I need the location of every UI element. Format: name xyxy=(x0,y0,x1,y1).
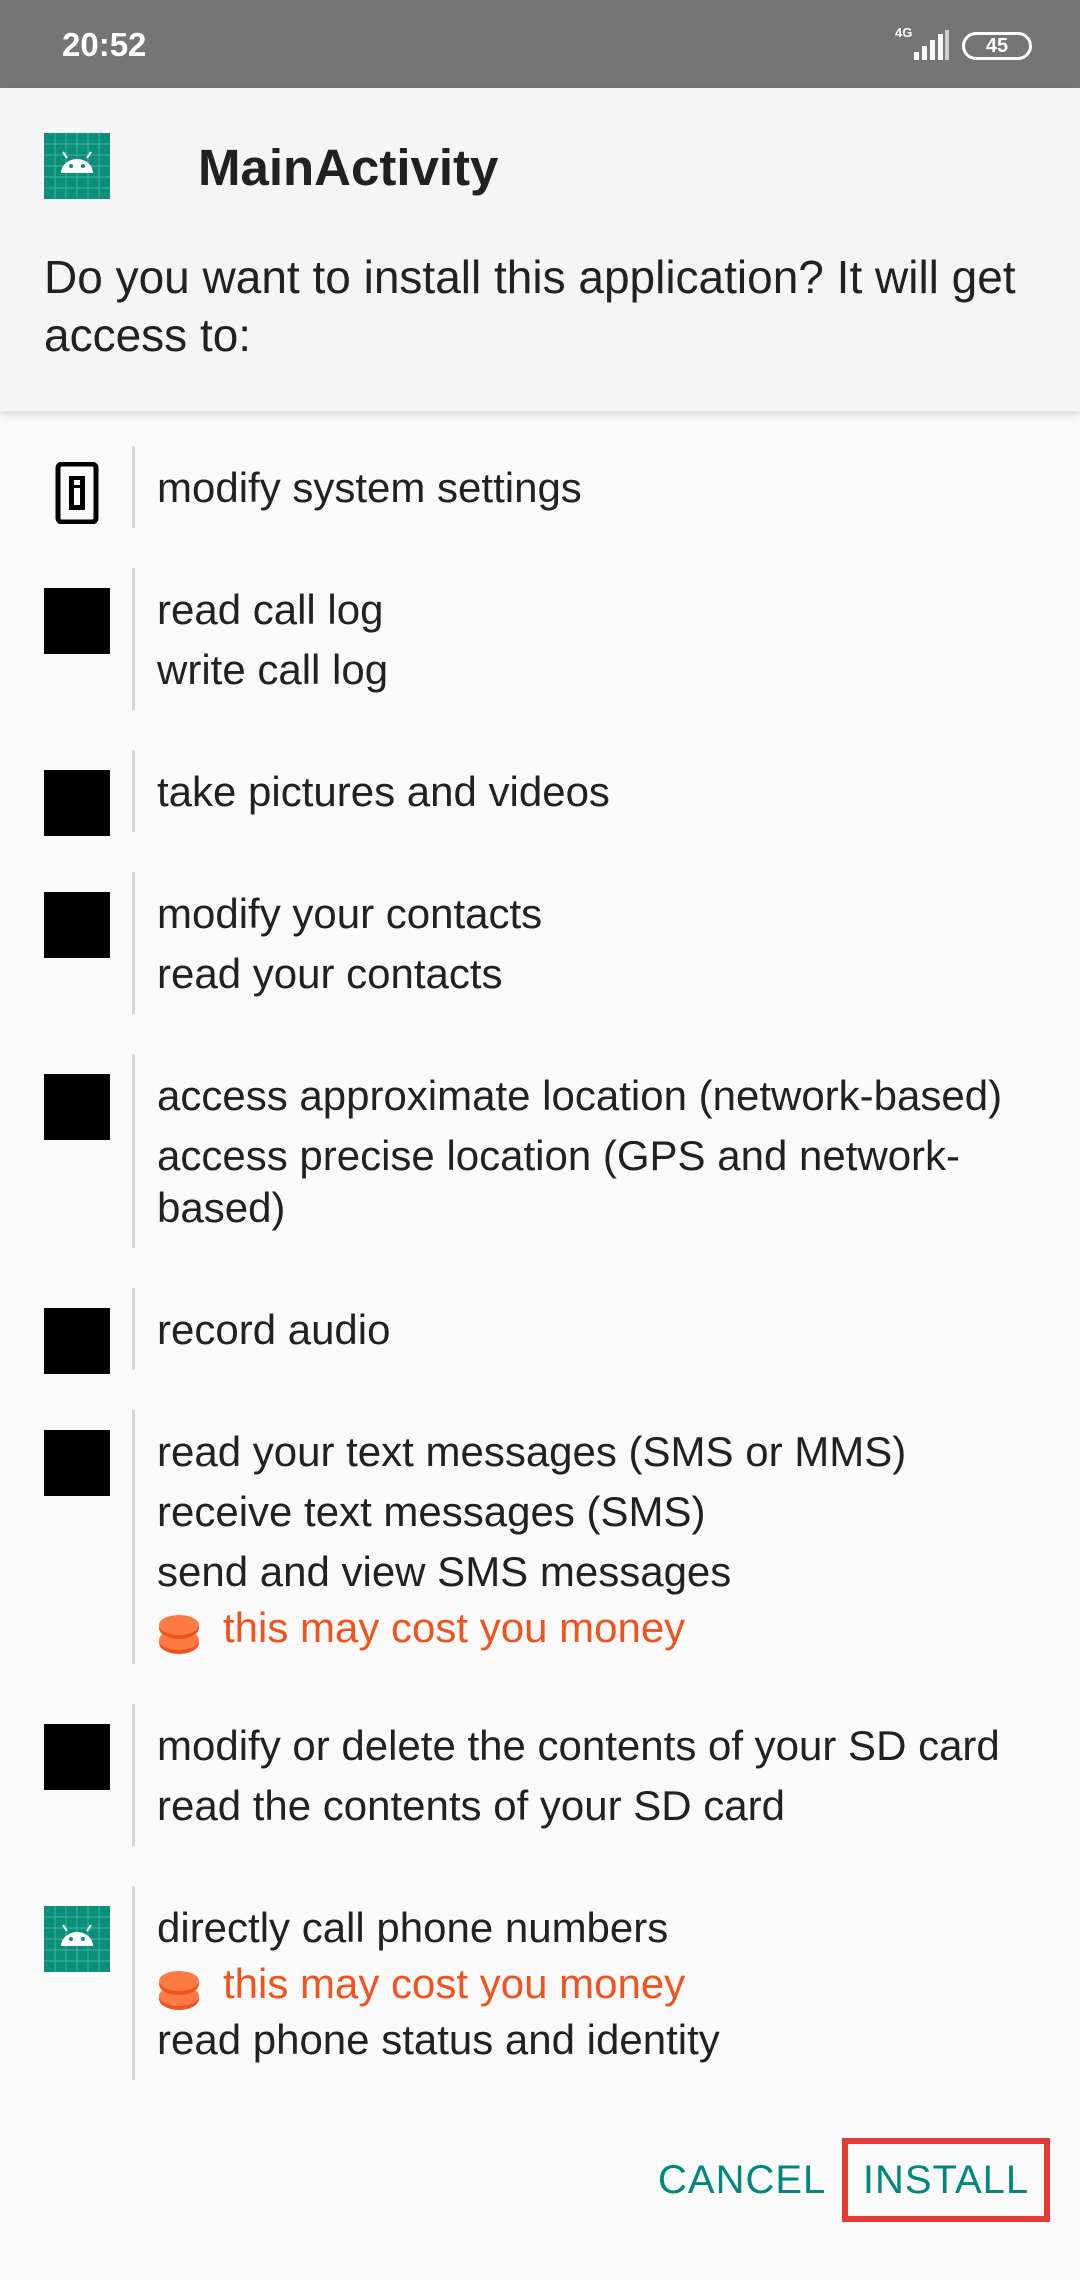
permission-item: access precise location (GPS and network… xyxy=(157,1132,961,1231)
cost-warning: this may cost you money xyxy=(157,1602,1080,1654)
android-app-icon xyxy=(44,133,110,199)
status-bar: 20:52 4G 45 xyxy=(0,0,1080,88)
cancel-button[interactable]: CANCEL xyxy=(658,2158,826,2203)
cost-warning-text: this may cost you money xyxy=(223,1960,686,2007)
permission-group-storage: modify or delete the contents of your SD… xyxy=(0,1704,1080,1846)
status-time: 20:52 xyxy=(62,26,147,63)
permission-group-call-log: read call log write call log xyxy=(0,568,1080,710)
battery-icon: 45 xyxy=(962,32,1032,60)
signal-icon xyxy=(914,30,949,60)
network-type: 4G xyxy=(895,25,913,40)
coins-icon xyxy=(159,1615,199,1654)
permission-item: access approximate location (network-bas… xyxy=(157,1072,1003,1119)
contacts-icon xyxy=(44,892,110,958)
permission-group-location: access approximate location (network-bas… xyxy=(0,1054,1080,1248)
permission-item: write call log xyxy=(157,646,389,693)
permission-item: modify or delete the contents of your SD… xyxy=(157,1722,1000,1769)
permission-group-camera: take pictures and videos xyxy=(0,750,1080,836)
permission-item: receive text messages (SMS) xyxy=(157,1488,706,1535)
action-bar: CANCEL INSTALL xyxy=(0,2130,1080,2230)
permission-item: directly call phone numbers xyxy=(157,1904,669,1951)
cost-warning: this may cost you money xyxy=(157,1958,1080,2010)
permission-item: read your contacts xyxy=(157,950,503,997)
permission-item: take pictures and videos xyxy=(157,768,610,815)
app-title: MainActivity xyxy=(198,139,499,196)
permission-item: send and view SMS messages xyxy=(157,1548,732,1595)
permission-item: read call log xyxy=(157,586,384,633)
coins-icon xyxy=(159,1971,199,2010)
permission-group-sms: read your text messages (SMS or MMS) rec… xyxy=(0,1410,1080,1664)
info-phone-icon xyxy=(55,462,99,524)
permission-item: read phone status and identity xyxy=(157,2016,720,2063)
location-icon xyxy=(44,1074,110,1140)
permission-item: read your text messages (SMS or MMS) xyxy=(157,1428,907,1475)
permission-group-contacts: modify your contacts read your contacts xyxy=(0,872,1080,1014)
install-header: MainActivity Do you want to install this… xyxy=(0,88,1080,411)
permission-item: read the contents of your SD card xyxy=(157,1782,786,1829)
android-app-icon xyxy=(44,1906,110,1972)
permission-item: record audio xyxy=(157,1306,391,1353)
install-prompt: Do you want to install this application?… xyxy=(44,251,1016,361)
permission-group-system-settings: modify system settings xyxy=(0,446,1080,528)
cost-warning-text: this may cost you money xyxy=(223,1604,686,1651)
sms-icon xyxy=(44,1430,110,1496)
call-log-icon xyxy=(44,588,110,654)
permission-item: modify system settings xyxy=(157,464,582,511)
storage-icon xyxy=(44,1724,110,1790)
permission-item: modify your contacts xyxy=(157,890,543,937)
permission-group-phone: directly call phone numbers this may cos… xyxy=(0,1886,1080,2080)
permission-group-microphone: record audio xyxy=(0,1288,1080,1374)
permission-list: modify system settings read call log wri… xyxy=(0,446,1080,2120)
microphone-icon xyxy=(44,1308,110,1374)
install-button[interactable]: INSTALL xyxy=(842,2138,1050,2222)
camera-icon xyxy=(44,770,110,836)
